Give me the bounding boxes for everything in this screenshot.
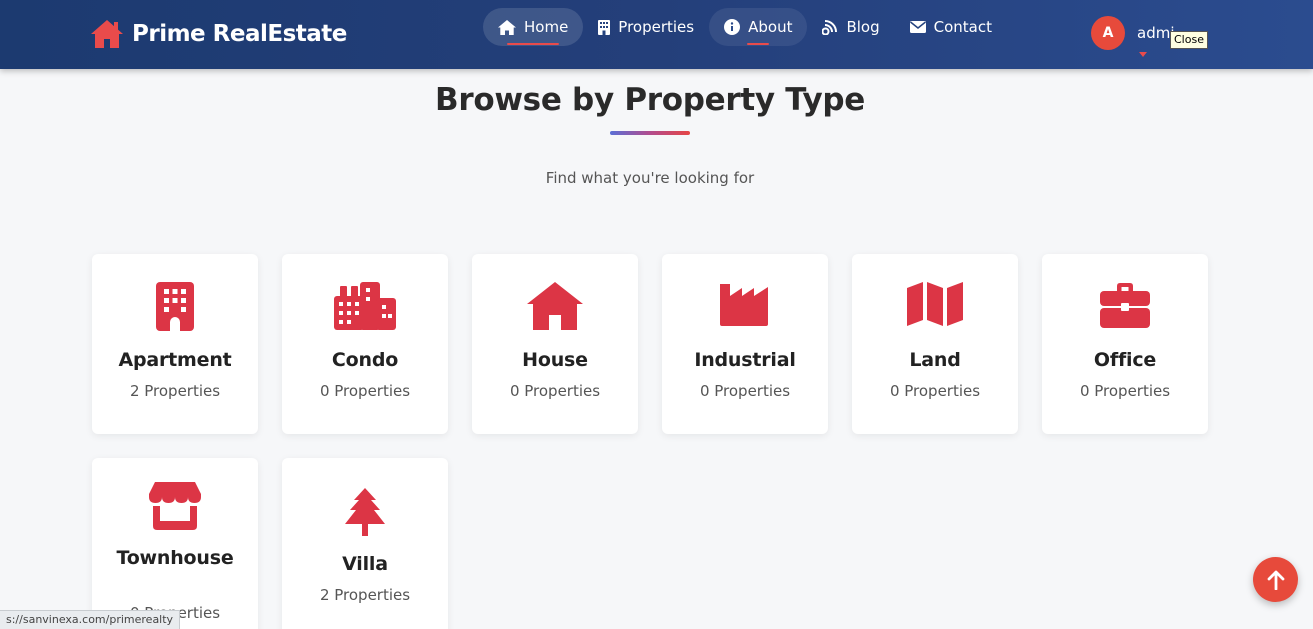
scroll-to-top-button[interactable] xyxy=(1253,557,1298,602)
building-icon xyxy=(156,282,194,331)
property-type-name: House xyxy=(522,349,588,371)
property-type-card-villa[interactable]: Villa 2 Properties xyxy=(282,458,448,629)
property-type-count: 0 Properties xyxy=(1079,382,1171,400)
tree-icon xyxy=(345,488,385,536)
brand-logo[interactable]: Prime RealEstate xyxy=(90,18,347,50)
store-icon xyxy=(149,482,201,530)
property-type-name: Office xyxy=(1093,349,1157,371)
nav-contact[interactable]: Contact xyxy=(895,8,1007,46)
property-type-card-house[interactable]: House 0 Properties xyxy=(472,254,638,434)
map-icon xyxy=(907,282,963,326)
property-type-count: 0 Properties xyxy=(699,382,791,400)
avatar[interactable]: A xyxy=(1091,16,1125,50)
nav-about-underline xyxy=(747,43,770,45)
nav-contact-label: Contact xyxy=(933,18,992,36)
property-type-name: Townhouse xyxy=(116,547,234,569)
building-icon xyxy=(598,19,611,35)
property-type-name: Villa xyxy=(342,553,388,575)
house-icon xyxy=(91,20,123,48)
property-type-count: 0 Properties xyxy=(889,382,981,400)
nav-home-label: Home xyxy=(524,18,569,36)
property-type-count: 0 Properties xyxy=(319,382,411,400)
property-type-name: Apartment xyxy=(118,349,232,371)
envelope-icon xyxy=(909,21,926,33)
caret-down-icon[interactable] xyxy=(1139,52,1147,57)
username[interactable]: admi xyxy=(1137,24,1175,42)
blog-icon xyxy=(822,20,838,35)
user-menu[interactable]: A admi xyxy=(1091,16,1175,57)
property-type-name: Condo xyxy=(331,349,399,371)
nav-home[interactable]: Home xyxy=(483,8,584,46)
house-icon xyxy=(527,282,583,330)
title-underline xyxy=(610,131,690,135)
nav-blog[interactable]: Blog xyxy=(807,8,894,46)
main-nav: Home Properties About Blog Contact xyxy=(483,8,1007,46)
property-type-count: 2 Properties xyxy=(129,382,221,400)
property-type-count: 0 Properties xyxy=(509,382,601,400)
status-url: s://sanvinexa.com/primerealty xyxy=(0,610,181,629)
nav-about[interactable]: About xyxy=(709,8,808,46)
nav-blog-label: Blog xyxy=(846,18,880,36)
nav-active-underline xyxy=(507,43,560,45)
section-title: Browse by Property Type xyxy=(435,82,865,118)
property-type-card-townhouse[interactable]: Townhouse 0 Properties xyxy=(92,458,258,629)
property-type-name: Land xyxy=(909,349,961,371)
nav-properties-label: Properties xyxy=(618,18,695,36)
property-type-card-industrial[interactable]: Industrial 0 Properties xyxy=(662,254,828,434)
brand-name: Prime RealEstate xyxy=(132,21,347,47)
property-type-card-condo[interactable]: Condo 0 Properties xyxy=(282,254,448,434)
navbar: Prime RealEstate Home Properties About B… xyxy=(0,0,1313,69)
arrow-up-icon xyxy=(1267,570,1284,590)
briefcase-icon xyxy=(1100,283,1150,328)
home-icon xyxy=(498,19,516,35)
section-subtitle: Find what you're looking for xyxy=(545,169,755,187)
tooltip: Close xyxy=(1170,31,1208,49)
nav-properties[interactable]: Properties xyxy=(583,8,709,46)
property-type-count: 2 Properties xyxy=(319,586,411,604)
nav-about-label: About xyxy=(748,18,793,36)
property-type-name: Industrial xyxy=(694,349,796,371)
info-icon xyxy=(724,19,741,35)
industry-icon xyxy=(720,284,768,326)
city-icon xyxy=(334,282,396,330)
property-type-card-office[interactable]: Office 0 Properties xyxy=(1042,254,1208,434)
property-type-card-land[interactable]: Land 0 Properties xyxy=(852,254,1018,434)
property-type-card-apartment[interactable]: Apartment 2 Properties xyxy=(92,254,258,434)
